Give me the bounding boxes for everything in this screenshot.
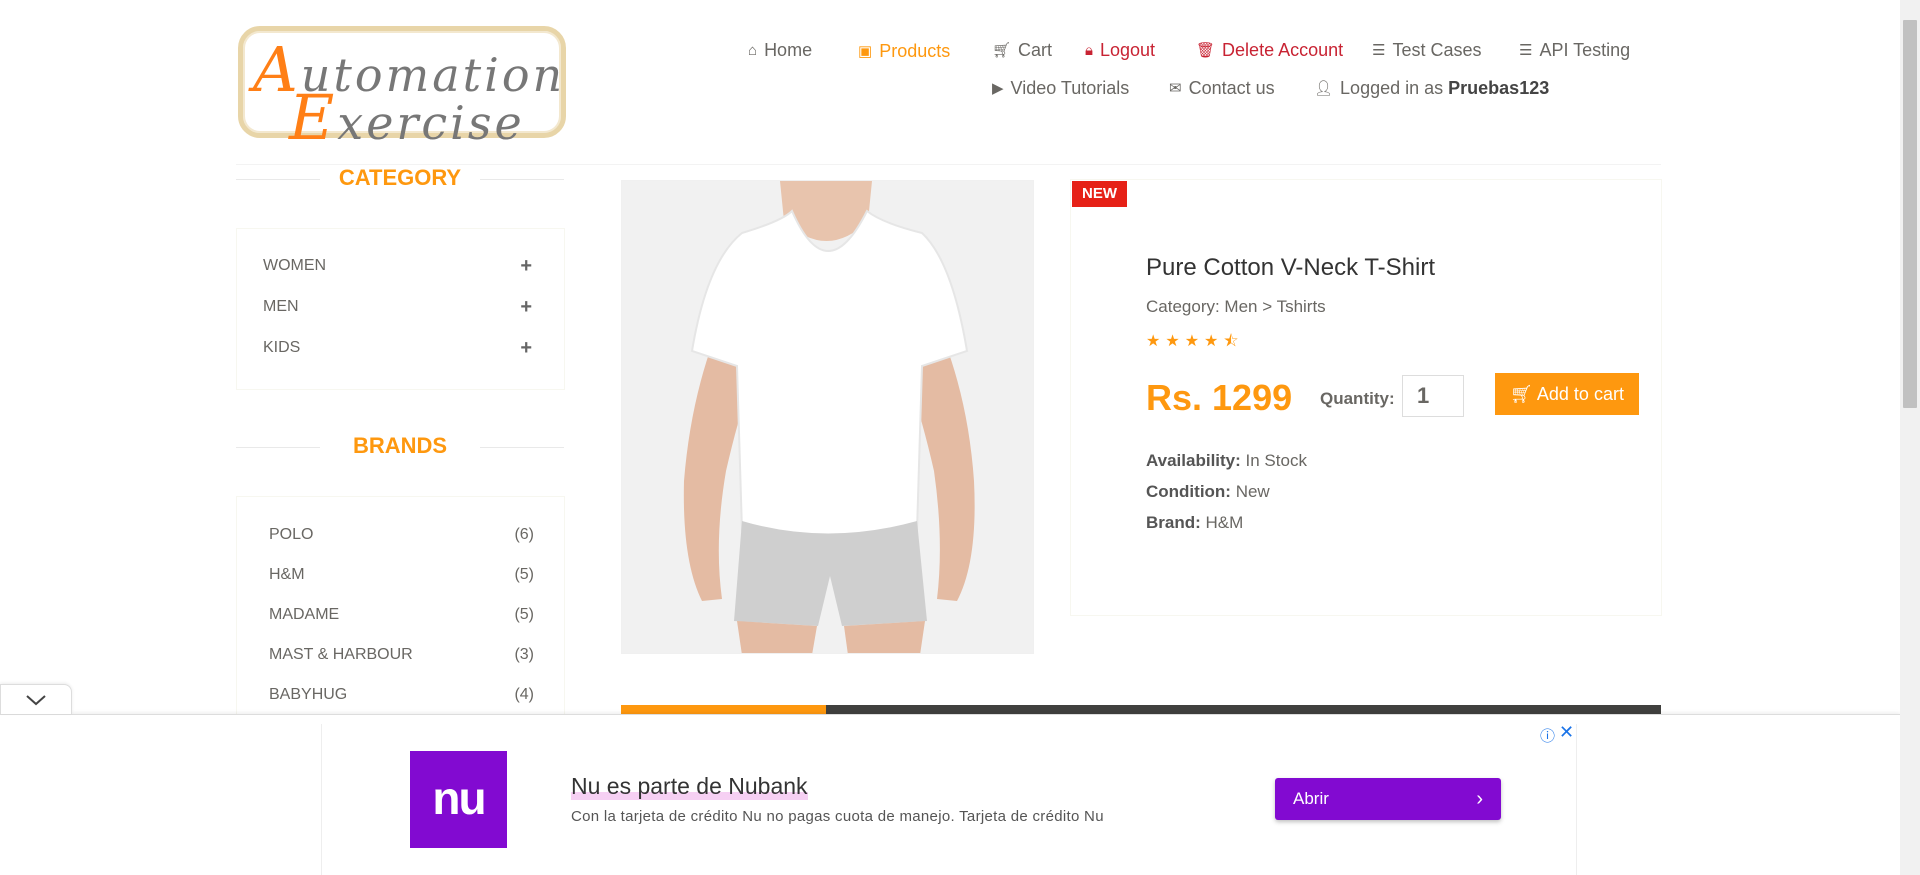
nav-cart[interactable]: 🛒︎ Cart <box>992 40 1052 61</box>
product-image <box>621 180 1034 654</box>
product-name: Pure Cotton V-Neck T-Shirt <box>1146 254 1436 281</box>
plus-icon[interactable]: + <box>520 296 532 319</box>
add-to-cart-button[interactable]: 🛒︎ Add to cart <box>1495 373 1639 415</box>
brand-item-hm[interactable]: H&M (5) <box>269 566 534 584</box>
availability: Availability: In Stock <box>1146 451 1307 470</box>
brand: Brand: H&M <box>1146 513 1244 532</box>
nav-home[interactable]: ⌂ Home <box>748 40 812 61</box>
nav-logged-in[interactable]: 👤︎ Logged in as Pruebas123 <box>1314 78 1549 99</box>
briefcase-icon: ▣ <box>858 43 873 60</box>
cart-icon: 🛒︎ <box>1510 384 1533 404</box>
star-icon: ★ <box>1184 333 1205 350</box>
envelope-icon: ✉ <box>1169 80 1182 97</box>
brands-panel: POLO (6) H&M (5) MADAME (5) MAST & HARBOUR(… <box>236 496 565 736</box>
brand-item-madame[interactable]: MADAME (5) <box>269 606 534 624</box>
nav-test-cases[interactable]: ☰ Test Cases <box>1372 40 1482 61</box>
plus-icon[interactable]: + <box>520 337 532 360</box>
star-icon: ★ <box>1204 333 1224 350</box>
scrollbar-thumb[interactable] <box>1903 20 1917 408</box>
new-badge: NEW <box>1072 181 1127 207</box>
site-logo[interactable]: Automation Exercise <box>238 26 566 154</box>
info-icon[interactable]: ⓘ <box>1540 725 1555 746</box>
brand-item-babyhug[interactable]: BABYHUG (4) <box>269 686 534 704</box>
lock-icon: 🔒︎ <box>1085 42 1093 59</box>
category-panel: WOMEN + MEN + KIDS + <box>236 228 565 390</box>
nav-products[interactable]: ▣ Products <box>858 41 950 62</box>
list-icon: ☰ <box>1519 42 1533 59</box>
close-icon[interactable]: ✕ <box>1559 722 1574 743</box>
nav-video-tutorials[interactable]: ▶ Video Tutorials <box>992 78 1129 99</box>
quantity-label: Quantity: <box>1320 389 1395 408</box>
chevron-down-icon <box>26 695 46 706</box>
nav-api-testing[interactable]: ☰ API Testing <box>1519 40 1630 61</box>
chevron-right-icon: › <box>1476 788 1483 810</box>
ad-title[interactable]: Nu es parte de Nubank <box>571 773 808 800</box>
star-icon: ★ <box>1146 333 1166 350</box>
cart-icon: 🛒︎ <box>992 42 1012 59</box>
user-icon: 👤︎ <box>1314 80 1334 97</box>
star-icon: ★ <box>1165 333 1185 350</box>
ad-description: Con la tarjeta de crédito Nu no pagas cu… <box>571 808 1104 825</box>
nav-delete-account[interactable]: 🗑︎ Delete Account <box>1196 40 1343 61</box>
quantity-input[interactable] <box>1402 375 1464 417</box>
rating-stars: ★★★★⯪ <box>1146 330 1244 357</box>
trash-icon: 🗑︎ <box>1196 42 1216 59</box>
category-item-women[interactable]: WOMEN + <box>263 255 532 278</box>
condition: Condition: New <box>1146 482 1270 501</box>
category-heading: CATEGORY <box>236 165 564 191</box>
youtube-icon: ▶ <box>992 80 1004 97</box>
username: Pruebas123 <box>1448 78 1550 98</box>
home-icon: ⌂ <box>748 42 758 59</box>
product-category: Category: Men > Tshirts <box>1146 297 1326 316</box>
nav-logout[interactable]: 🔒︎ Logout <box>1085 40 1155 61</box>
plus-icon[interactable]: + <box>520 255 532 278</box>
brand-item-polo[interactable]: POLO (6) <box>269 526 534 544</box>
nav-contact-us[interactable]: ✉ Contact us <box>1169 78 1275 99</box>
category-item-kids[interactable]: KIDS + <box>263 337 532 360</box>
ad-logo[interactable]: nu <box>410 751 507 848</box>
star-half-icon: ⯪ <box>1223 333 1244 350</box>
category-item-men[interactable]: MEN + <box>263 296 532 319</box>
ad-open-button[interactable]: Abrir › <box>1275 778 1501 820</box>
brands-heading: BRANDS <box>236 433 564 459</box>
logo-line-2: Exercise <box>289 81 525 154</box>
product-price: Rs. 1299 <box>1146 377 1293 418</box>
ad-collapse-toggle[interactable] <box>0 684 72 714</box>
brand-item-mast-harbour[interactable]: MAST & HARBOUR (3) <box>269 646 534 664</box>
list-icon: ☰ <box>1372 42 1386 59</box>
tshirt-model-illustration <box>622 181 1033 653</box>
